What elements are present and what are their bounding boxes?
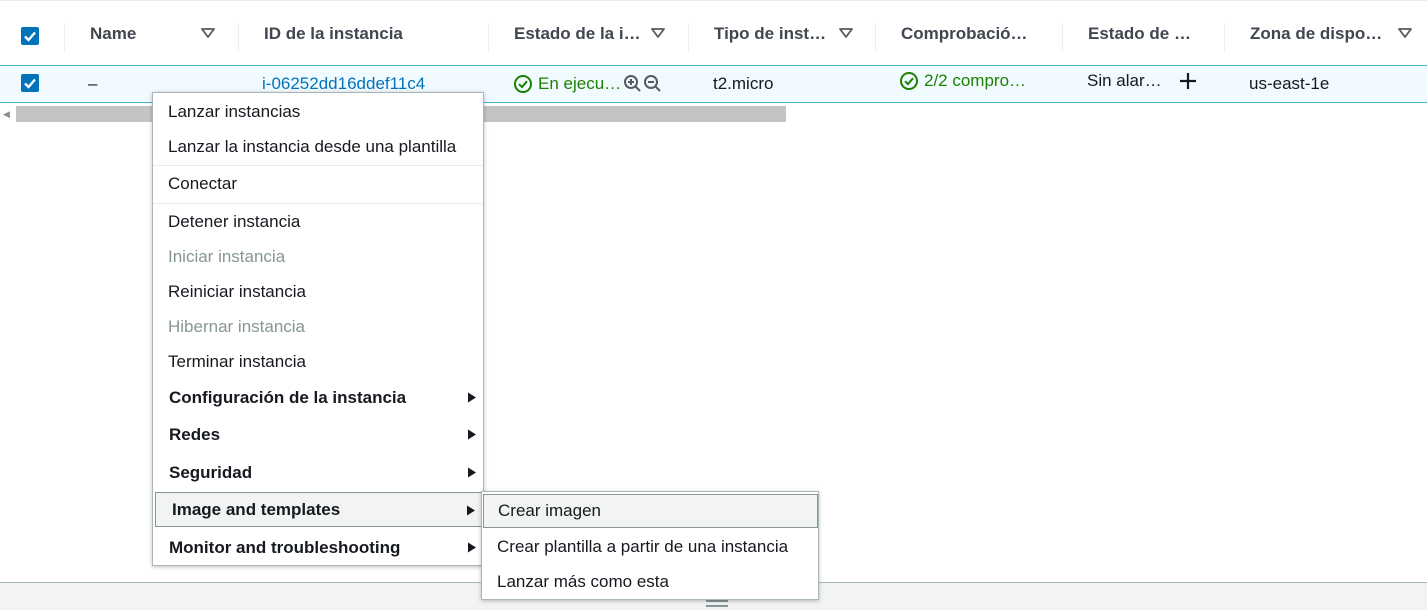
column-header-instance-id[interactable]: ID de la instancia: [264, 11, 464, 57]
column-header-alarm-status[interactable]: Estado de …: [1088, 11, 1208, 57]
column-header-label: Tipo de inst…: [714, 24, 827, 43]
sort-caret-icon[interactable]: [200, 25, 216, 41]
menu-item-hibernate-instance: Hibernar instancia: [168, 316, 306, 336]
sort-caret-icon[interactable]: [650, 25, 666, 41]
add-alarm-icon[interactable]: [1178, 71, 1198, 91]
column-separator: [488, 23, 489, 51]
menu-item-networking[interactable]: Redes: [153, 417, 483, 452]
column-header-status-check[interactable]: Comprobació…: [901, 11, 1041, 57]
column-header-availability-zone[interactable]: Zona de dispo…: [1250, 11, 1413, 57]
zoom-in-icon[interactable]: [623, 74, 642, 93]
row-checkbox[interactable]: [21, 74, 39, 92]
cell-instance-type: t2.micro: [713, 74, 774, 93]
menu-item-terminate-instance[interactable]: Terminar instancia: [153, 344, 483, 379]
menu-item-start-instance: Iniciar instancia: [168, 246, 286, 266]
submenu-arrow-icon: [468, 467, 476, 478]
menu-item-launch-instances[interactable]: Lanzar instancias: [153, 94, 483, 129]
menu-item-security[interactable]: Seguridad: [153, 455, 483, 490]
ec2-instances-view: Name ID de la instancia Estado de la i… …: [0, 0, 1427, 610]
instance-state-label: En ejecu…: [538, 74, 622, 93]
table-header: Name ID de la instancia Estado de la i… …: [0, 0, 1427, 66]
submenu-arrow-icon: [467, 505, 475, 516]
pane-resize-handle[interactable]: [706, 600, 728, 607]
menu-item-label: Seguridad: [169, 462, 253, 482]
sort-caret-icon[interactable]: [838, 25, 854, 41]
column-separator: [688, 23, 689, 51]
status-check-label: 2/2 compro…: [924, 71, 1027, 90]
select-all-checkbox[interactable]: [21, 27, 39, 45]
instance-actions-context-menu: Lanzar instancias Lanzar la instancia de…: [152, 92, 484, 566]
submenu-item-create-template-from-instance[interactable]: Crear plantilla a partir de una instanci…: [482, 529, 818, 564]
status-ok-icon: [900, 72, 918, 90]
cell-availability-zone: us-east-1e: [1249, 74, 1330, 93]
column-header-instance-type[interactable]: Tipo de inst…: [714, 11, 854, 57]
scroll-left-arrow-icon[interactable]: ◀: [3, 109, 11, 119]
menu-item-instance-settings[interactable]: Configuración de la instancia: [153, 380, 483, 415]
column-header-label: Estado de la i…: [514, 24, 641, 43]
menu-item-launch-from-template[interactable]: Lanzar la instancia desde una plantilla: [153, 129, 483, 164]
submenu-arrow-icon: [468, 429, 476, 440]
column-header-name[interactable]: Name: [90, 11, 216, 57]
column-header-label: Estado de …: [1088, 24, 1191, 43]
submenu-arrow-icon: [468, 392, 476, 403]
image-and-templates-submenu: Crear imagen Crear plantilla a partir de…: [481, 491, 819, 600]
menu-item-label: Configuración de la instancia: [169, 387, 407, 407]
zoom-out-icon[interactable]: [643, 74, 662, 93]
column-header-label: Name: [90, 24, 137, 43]
column-separator: [238, 23, 239, 51]
checkmark-icon: [24, 78, 36, 89]
menu-item-label: Monitor and troubleshooting: [169, 537, 401, 557]
column-header-label: ID de la instancia: [264, 24, 403, 43]
menu-item-reboot-instance[interactable]: Reiniciar instancia: [153, 274, 483, 309]
column-separator: [1224, 23, 1225, 51]
column-separator: [1062, 23, 1063, 51]
cell-name: –: [88, 74, 98, 93]
submenu-item-launch-more-like-this[interactable]: Lanzar más como esta: [482, 564, 818, 599]
column-separator: [875, 23, 876, 51]
status-ok-icon: [514, 75, 532, 93]
menu-item-monitor-and-troubleshooting[interactable]: Monitor and troubleshooting: [153, 530, 483, 565]
column-header-label: Comprobació…: [901, 24, 1028, 43]
cell-status-check[interactable]: 2/2 compro…: [899, 63, 1026, 99]
menu-item-label: Redes: [169, 424, 221, 444]
column-separator: [64, 23, 65, 51]
cell-instance-state: En ejecu…: [513, 66, 621, 102]
menu-item-image-and-templates[interactable]: Image and templates: [155, 492, 483, 527]
menu-item-connect[interactable]: Conectar: [153, 166, 483, 201]
column-header-instance-state[interactable]: Estado de la i…: [514, 11, 666, 57]
submenu-arrow-icon: [468, 542, 476, 553]
cell-alarm-status: Sin alar…: [1087, 71, 1162, 90]
menu-item-label: Image and templates: [172, 499, 341, 519]
column-header-label: Zona de dispo…: [1250, 24, 1383, 43]
submenu-item-create-image[interactable]: Crear imagen: [483, 494, 818, 528]
checkmark-icon: [24, 31, 36, 42]
sort-caret-icon[interactable]: [1397, 25, 1413, 41]
menu-item-stop-instance[interactable]: Detener instancia: [153, 204, 483, 239]
